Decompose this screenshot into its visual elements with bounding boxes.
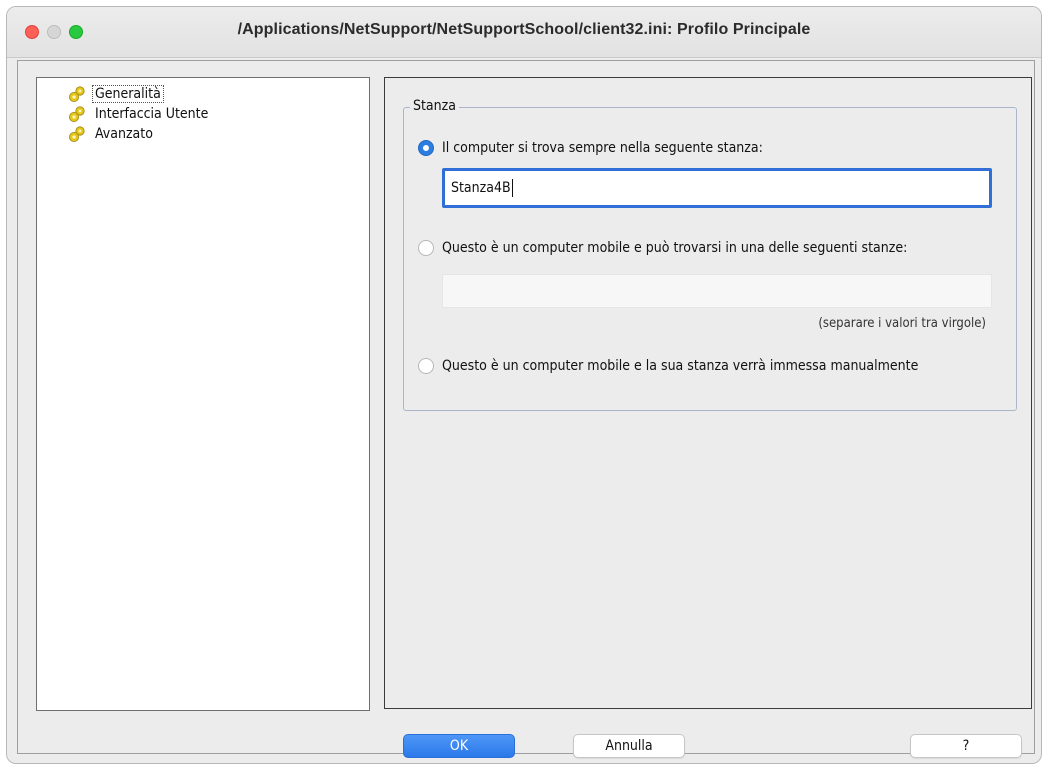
- rooms-list-hint: (separare i valori tra virgole): [818, 316, 986, 331]
- radio-button[interactable]: [418, 240, 434, 256]
- tree-item-label: Avanzato: [95, 126, 153, 142]
- cancel-button[interactable]: Annulla: [573, 734, 685, 758]
- tree-item-label: Generalità: [92, 85, 164, 103]
- title-bar[interactable]: /Applications/NetSupport/NetSupportSchoo…: [7, 7, 1041, 58]
- room-input[interactable]: Stanza4B: [442, 168, 992, 208]
- tree-item-generalita[interactable]: Generalità: [67, 84, 164, 104]
- gears-icon: [69, 126, 85, 142]
- text-caret: [511, 179, 513, 197]
- settings-panel: Stanza Il computer si trova sempre nella…: [384, 77, 1032, 709]
- help-button[interactable]: ?: [910, 734, 1022, 758]
- radio-fixed-room-label: Il computer si trova sempre nella seguen…: [442, 140, 763, 156]
- stanza-group: Stanza Il computer si trova sempre nella…: [403, 98, 1017, 411]
- tree-item-avanzato[interactable]: Avanzato: [67, 124, 155, 144]
- dialog-content: Generalità Interfaccia Utente Avanzato S…: [17, 60, 1035, 758]
- radio-fixed-room[interactable]: Il computer si trova sempre nella seguen…: [418, 140, 763, 156]
- tree-item-label: Interfaccia Utente: [95, 106, 209, 122]
- radio-mobile-list[interactable]: Questo è un computer mobile e può trovar…: [418, 240, 907, 256]
- gears-icon: [69, 86, 85, 102]
- stanza-group-legend: Stanza: [410, 98, 459, 114]
- radio-mobile-list-label: Questo è un computer mobile e può trovar…: [442, 240, 908, 256]
- radio-mobile-manual-label: Questo è un computer mobile e la sua sta…: [442, 358, 919, 374]
- rooms-list-input[interactable]: [442, 274, 992, 308]
- radio-mobile-manual[interactable]: Questo è un computer mobile e la sua sta…: [418, 358, 918, 374]
- settings-tree: Generalità Interfaccia Utente Avanzato: [36, 77, 370, 711]
- gears-icon: [69, 106, 85, 122]
- radio-button[interactable]: [418, 358, 434, 374]
- tree-item-interfaccia-utente[interactable]: Interfaccia Utente: [67, 104, 210, 124]
- dialog-window: /Applications/NetSupport/NetSupportSchoo…: [6, 6, 1042, 764]
- room-input-value: Stanza4B: [451, 180, 511, 196]
- ok-button[interactable]: OK: [403, 734, 515, 758]
- window-title: /Applications/NetSupport/NetSupportSchoo…: [237, 21, 811, 38]
- radio-button-selected[interactable]: [418, 140, 434, 156]
